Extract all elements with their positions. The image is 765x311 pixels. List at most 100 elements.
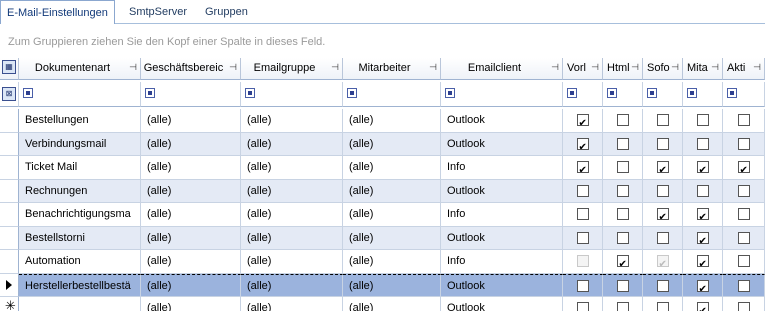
checkbox-akti[interactable] xyxy=(737,184,750,197)
cell-emailgruppe[interactable]: (alle) xyxy=(241,109,343,133)
column-header-geschaeftsbereich[interactable]: Geschäftsbereic ⊣ xyxy=(141,58,241,80)
checkbox-html[interactable] xyxy=(616,161,629,173)
filter-cell-vorl[interactable] xyxy=(563,82,603,107)
cell-emailclient[interactable]: Info xyxy=(441,203,563,227)
cell-mita[interactable] xyxy=(683,226,723,250)
filter-cell-dokumentenart[interactable] xyxy=(19,82,141,107)
checkbox-vorl[interactable] xyxy=(576,184,589,197)
cell-dokumentenart[interactable] xyxy=(19,297,141,311)
filter-operator-icon[interactable] xyxy=(607,88,617,98)
filter-cell-mitarbeiter[interactable] xyxy=(343,82,441,107)
cell-emailclient[interactable]: Outlook xyxy=(441,297,563,311)
pin-icon[interactable]: ⊣ xyxy=(331,62,339,73)
cell-akti[interactable] xyxy=(723,179,765,203)
cell-vorl[interactable] xyxy=(563,273,603,297)
checkbox-sofo[interactable] xyxy=(656,114,669,126)
cell-emailgruppe[interactable]: (alle) xyxy=(241,179,343,203)
cell-akti[interactable] xyxy=(723,297,765,311)
cell-emailgruppe[interactable]: (alle) xyxy=(241,156,343,180)
cell-akti[interactable] xyxy=(723,132,765,156)
cell-mitarbeiter[interactable]: (alle) xyxy=(343,109,441,133)
cell-akti[interactable] xyxy=(723,273,765,297)
cell-sofo[interactable] xyxy=(643,273,683,297)
checkbox-html[interactable] xyxy=(616,254,629,273)
cell-sofo[interactable] xyxy=(643,250,683,274)
cell-mitarbeiter[interactable]: (alle) xyxy=(343,250,441,274)
filter-cell-akti[interactable] xyxy=(723,82,765,107)
cell-html[interactable] xyxy=(603,156,643,180)
row-selector[interactable] xyxy=(0,203,19,227)
cell-mita[interactable] xyxy=(683,297,723,311)
cell-dokumentenart[interactable]: Bestellstorni xyxy=(19,226,141,250)
column-header-dokumentenart[interactable]: Dokumentenart ⊣ xyxy=(19,58,141,80)
row-selector[interactable] xyxy=(0,226,19,250)
checkbox-sofo[interactable] xyxy=(656,184,669,197)
cell-vorl[interactable] xyxy=(563,132,603,156)
filter-cell-geschaeftsbereich[interactable] xyxy=(141,82,241,107)
cell-dokumentenart[interactable]: Verbindungsmail xyxy=(19,132,141,156)
cell-geschaeftsbereich[interactable]: (alle) xyxy=(141,297,241,311)
tab-groups[interactable]: Gruppen xyxy=(199,2,254,23)
row-selector[interactable]: ✳ xyxy=(0,297,19,311)
cell-html[interactable] xyxy=(603,297,643,311)
column-header-mita[interactable]: Mita ⊣ xyxy=(683,58,723,80)
checkbox-sofo[interactable] xyxy=(656,207,669,226)
cell-geschaeftsbereich[interactable]: (alle) xyxy=(141,179,241,203)
filter-operator-icon[interactable] xyxy=(23,88,33,98)
checkbox-mita[interactable] xyxy=(696,207,709,226)
cell-mita[interactable] xyxy=(683,132,723,156)
checkbox-vorl[interactable] xyxy=(576,208,589,220)
cell-emailgruppe[interactable]: (alle) xyxy=(241,132,343,156)
column-header-mitarbeiter[interactable]: Mitarbeiter ⊣ xyxy=(343,58,441,80)
cell-sofo[interactable] xyxy=(643,132,683,156)
clear-filter-icon[interactable]: ⊠ xyxy=(2,87,16,101)
pin-icon[interactable]: ⊣ xyxy=(591,62,599,73)
filter-cell-emailclient[interactable] xyxy=(441,82,563,107)
checkbox-vorl[interactable] xyxy=(576,160,589,179)
cell-html[interactable] xyxy=(603,179,643,203)
cell-emailgruppe[interactable]: (alle) xyxy=(241,203,343,227)
cell-mita[interactable] xyxy=(683,179,723,203)
checkbox-akti[interactable] xyxy=(737,208,750,220)
checkbox-html[interactable] xyxy=(616,208,629,220)
cell-mitarbeiter[interactable]: (alle) xyxy=(343,226,441,250)
checkbox-mita[interactable] xyxy=(696,231,709,249)
cell-emailclient[interactable]: Outlook xyxy=(441,132,563,156)
cell-vorl[interactable] xyxy=(563,250,603,274)
cell-emailgruppe[interactable]: (alle) xyxy=(241,226,343,250)
table-row[interactable]: Bestellstorni (alle) (alle) (alle) Outlook xyxy=(0,226,765,250)
checkbox-html[interactable] xyxy=(616,302,629,311)
cell-emailclient[interactable]: Outlook xyxy=(441,109,563,133)
cell-geschaeftsbereich[interactable]: (alle) xyxy=(141,226,241,250)
cell-sofo[interactable] xyxy=(643,109,683,133)
filter-operator-icon[interactable] xyxy=(567,88,577,98)
filter-operator-icon[interactable] xyxy=(347,88,357,98)
cell-emailclient[interactable]: Info xyxy=(441,156,563,180)
checkbox-sofo[interactable] xyxy=(656,137,669,150)
cell-akti[interactable] xyxy=(723,226,765,250)
filter-operator-icon[interactable] xyxy=(245,88,255,98)
cell-akti[interactable] xyxy=(723,109,765,133)
checkbox-akti[interactable] xyxy=(737,302,750,311)
cell-sofo[interactable] xyxy=(643,203,683,227)
cell-dokumentenart[interactable]: Automation xyxy=(19,250,141,274)
checkbox-mita[interactable] xyxy=(696,137,709,150)
cell-mitarbeiter[interactable]: (alle) xyxy=(343,132,441,156)
cell-mitarbeiter[interactable]: (alle) xyxy=(343,179,441,203)
checkbox-vorl[interactable] xyxy=(576,231,589,244)
new-row[interactable]: ✳ (alle) (alle) (alle) Outlook xyxy=(0,297,765,311)
column-chooser-icon[interactable]: ▦ xyxy=(2,60,16,74)
cell-html[interactable] xyxy=(603,203,643,227)
cell-mita[interactable] xyxy=(683,273,723,297)
cell-akti[interactable] xyxy=(723,203,765,227)
cell-vorl[interactable] xyxy=(563,109,603,133)
clear-filter-cell[interactable]: ⊠ xyxy=(0,82,19,107)
cell-sofo[interactable] xyxy=(643,297,683,311)
cell-dokumentenart[interactable]: Ticket Mail xyxy=(19,156,141,180)
cell-vorl[interactable] xyxy=(563,297,603,311)
filter-operator-icon[interactable] xyxy=(445,88,455,98)
pin-icon[interactable]: ⊣ xyxy=(711,62,719,73)
checkbox-html[interactable] xyxy=(616,279,629,292)
table-row[interactable]: Rechnungen (alle) (alle) (alle) Outlook xyxy=(0,179,765,203)
checkbox-mita[interactable] xyxy=(696,279,709,296)
